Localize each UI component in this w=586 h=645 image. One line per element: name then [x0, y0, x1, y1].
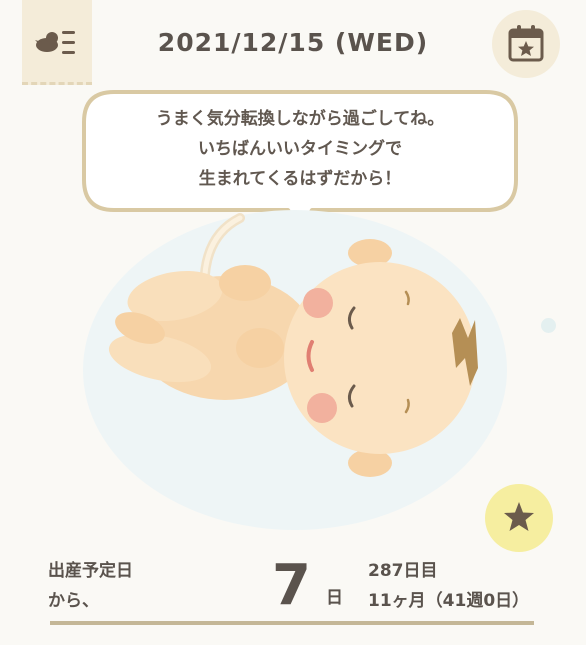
baby-illustration: [83, 210, 507, 530]
speech-line: いちばんいいタイミングで: [198, 139, 402, 159]
days-count: 7: [272, 553, 311, 618]
speech-text: うまく気分転換しながら過ごしてね。 いちばんいいタイミングで 生まれてくるはずだ…: [84, 104, 516, 194]
divider: [50, 621, 534, 625]
calendar-star-icon: [508, 25, 544, 62]
calendar-button[interactable]: [492, 10, 560, 78]
days-unit: 日: [326, 588, 343, 608]
decorative-dot: [541, 318, 556, 333]
favorite-button[interactable]: [485, 484, 553, 552]
due-date-label: 出産予定日 から、: [48, 556, 133, 616]
speech-line: うまく気分転換しながら過ごしてね。: [155, 109, 445, 129]
speech-line: 生まれてくるはずだから！: [198, 169, 402, 189]
pregnancy-progress: 287日目 11ヶ月（41週0日）: [368, 556, 529, 616]
star-icon: [504, 502, 534, 531]
due-date-label-line: から、: [48, 591, 99, 611]
day-count: 287日目: [368, 561, 438, 581]
due-date-label-line: 出産予定日: [48, 561, 133, 581]
month-week: 11ヶ月（41週0日）: [368, 591, 530, 611]
